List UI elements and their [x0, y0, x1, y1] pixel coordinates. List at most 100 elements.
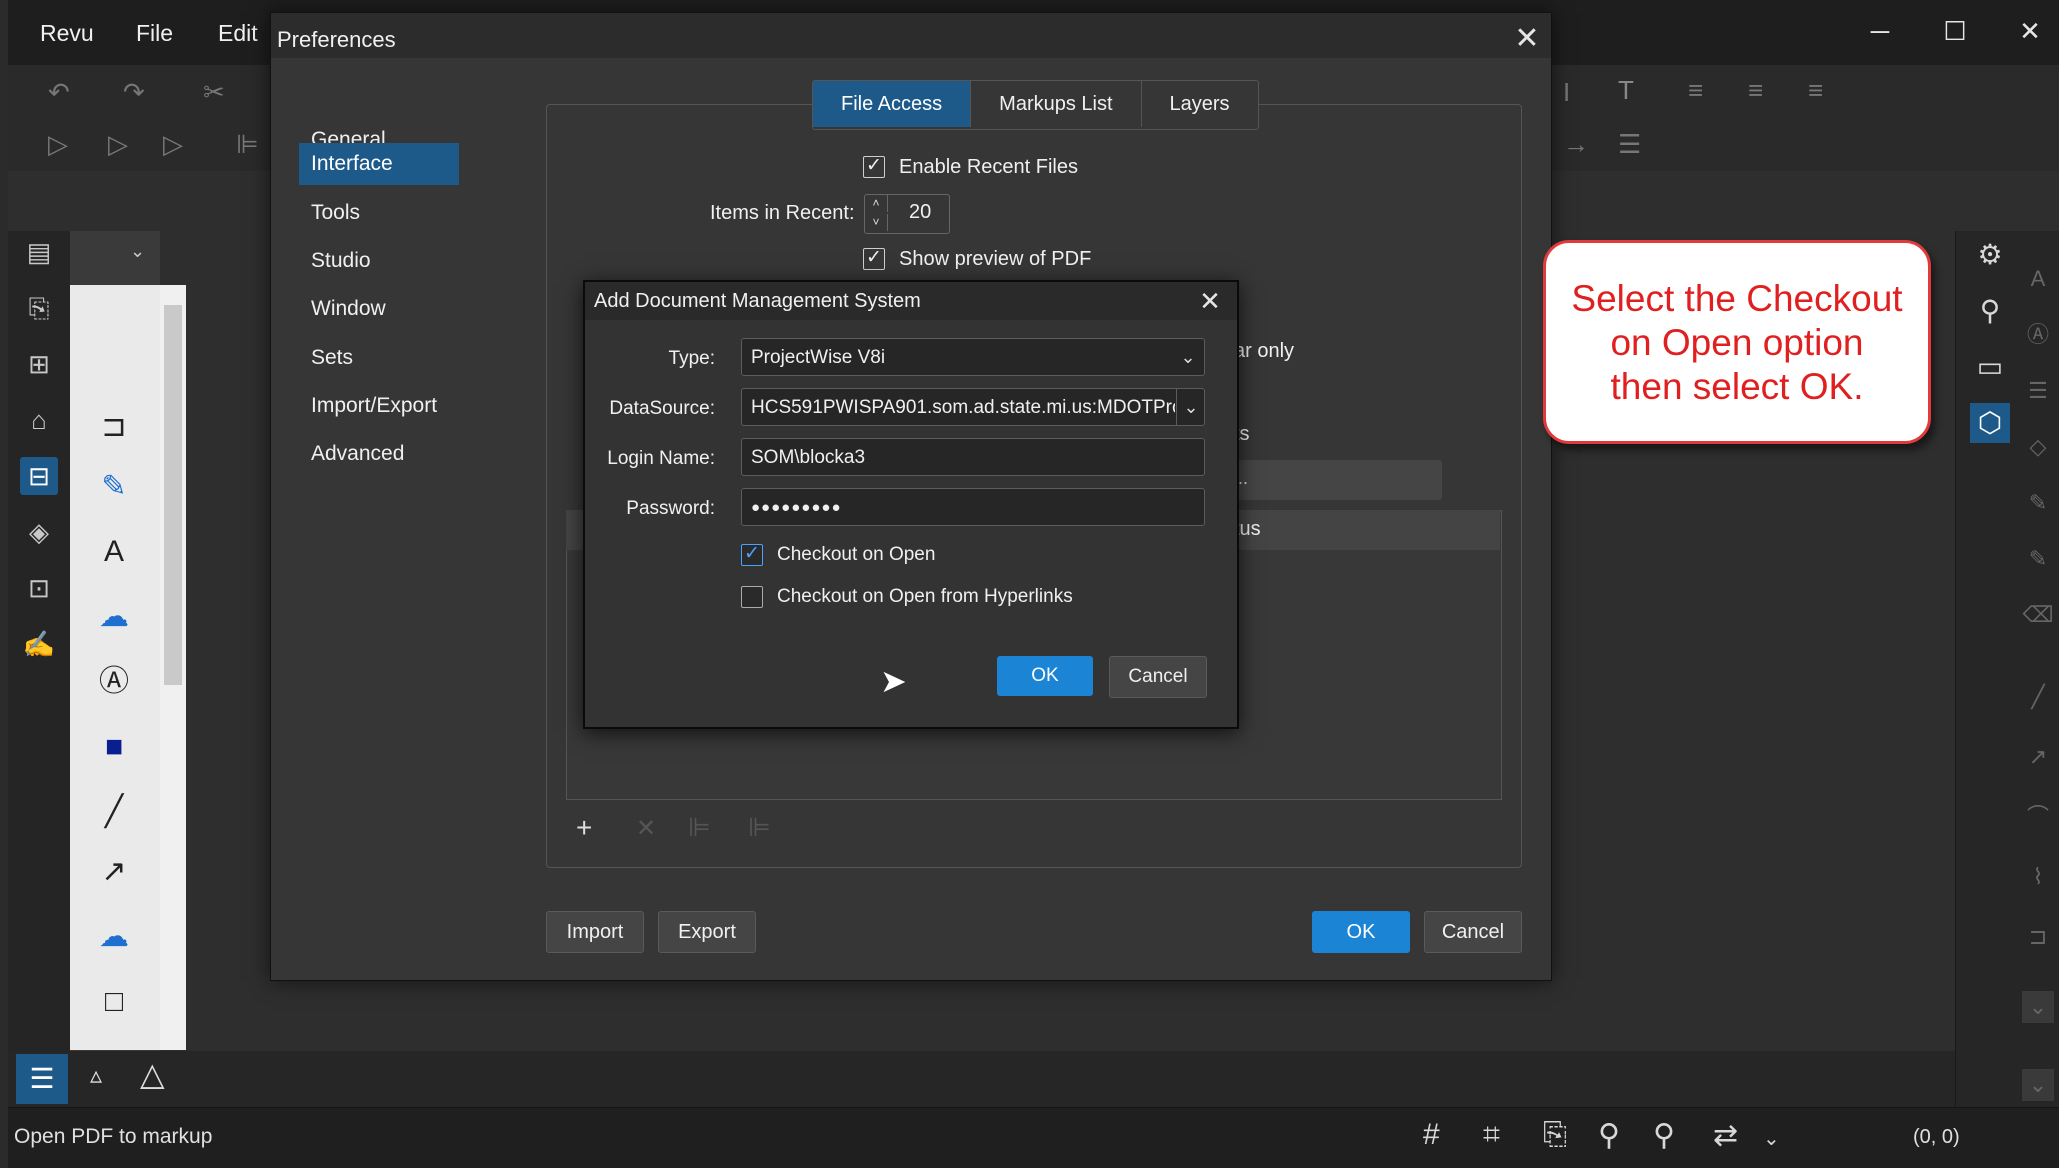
grid-toggle-icon[interactable]: # — [1423, 1118, 1440, 1152]
close-window-button[interactable]: ✕ — [2005, 12, 2055, 50]
measure-icon[interactable]: ▭ — [1970, 347, 2010, 387]
remove-icon[interactable]: ✕ — [636, 814, 656, 843]
align-center-icon[interactable]: ≡ — [1748, 75, 1763, 106]
menu-file[interactable]: File — [136, 20, 173, 47]
stamps-icon[interactable]: ⌂ — [20, 401, 58, 439]
checkout-on-open-checkbox[interactable] — [741, 542, 763, 566]
sync-icon[interactable]: ⇄ — [1713, 1118, 1738, 1153]
callout-icon[interactable]: ◇ — [2022, 431, 2054, 463]
snap-markup-icon[interactable]: ⚲ — [1598, 1118, 1620, 1153]
properties-icon[interactable]: ⊫ — [748, 812, 771, 843]
dms-ok-button[interactable]: OK — [997, 656, 1093, 696]
text-underline-icon[interactable]: T — [1618, 75, 1634, 106]
minimize-button[interactable]: ─ — [1855, 12, 1905, 50]
checkout-hyperlinks-checkbox[interactable] — [741, 586, 763, 608]
enable-recent-files-checkbox[interactable] — [863, 154, 885, 178]
tab-layers[interactable]: Layers — [1142, 81, 1258, 127]
list-view-icon[interactable]: ☰ — [16, 1054, 68, 1104]
text-box-tool-icon[interactable]: A — [92, 530, 136, 574]
undo-icon[interactable]: ↶ — [48, 77, 70, 108]
tab-markups-list[interactable]: Markups List — [971, 81, 1142, 127]
edit-icon[interactable]: ⊫ — [688, 812, 711, 843]
redo-icon[interactable]: ↷ — [123, 77, 145, 108]
partial-input-field[interactable]: .. — [1236, 460, 1442, 500]
chevron-down-icon[interactable]: ⌄ — [1176, 389, 1205, 425]
password-input[interactable]: ●●●●●●●●● — [741, 488, 1205, 526]
chevron-down-icon[interactable]: ⌄ — [1763, 1126, 1780, 1151]
dms-cancel-button[interactable]: Cancel — [1109, 656, 1207, 698]
bookmarks-icon[interactable]: ⎘ — [20, 289, 58, 327]
forms-icon[interactable]: ⊡ — [20, 569, 58, 607]
snap-content-icon[interactable]: ⎘ — [1543, 1118, 1567, 1152]
chevron-down-icon[interactable]: ⌄ — [2022, 991, 2054, 1023]
add-icon[interactable]: + — [576, 812, 592, 844]
text-tool-3-icon[interactable]: ▷ — [163, 129, 183, 160]
snap-grid-icon[interactable]: ⌗ — [1483, 1118, 1500, 1152]
nav-tools[interactable]: Tools — [299, 192, 459, 234]
arrow-tool-icon[interactable]: ↗ — [92, 850, 136, 894]
items-in-recent-stepper[interactable]: ˄ ˅ 20 — [864, 194, 950, 234]
highlighter-icon[interactable]: ✎ — [2022, 543, 2054, 575]
stepper-up-icon[interactable]: ˄ — [865, 195, 888, 212]
text-tool-icon[interactable]: ▷ — [48, 129, 68, 160]
line-tool-icon[interactable]: ╱ — [92, 790, 136, 834]
nav-window[interactable]: Window — [299, 288, 459, 330]
nav-advanced[interactable]: Advanced — [299, 433, 459, 475]
tool-scrollbar-thumb[interactable] — [164, 305, 182, 685]
maximize-button[interactable]: ☐ — [1930, 12, 1980, 50]
preferences-ok-button[interactable]: OK — [1312, 911, 1410, 953]
line-style-icon[interactable]: ☰ — [1618, 129, 1641, 160]
show-preview-checkbox[interactable] — [863, 246, 885, 270]
tab-file-access[interactable]: File Access — [813, 81, 972, 127]
align-tool-icon[interactable]: ⊫ — [236, 129, 259, 160]
callout-2-icon[interactable]: ⊐ — [2022, 921, 2054, 953]
nav-sets[interactable]: Sets — [299, 337, 459, 379]
cloud-callout-tool-icon[interactable]: ☁ — [92, 595, 136, 639]
login-name-input[interactable]: SOM\blocka3 — [741, 438, 1205, 476]
arrow-style-icon[interactable]: → — [1563, 129, 1589, 160]
nav-import-export[interactable]: Import/Export — [299, 385, 459, 427]
arc-icon[interactable]: ⌒ — [2022, 801, 2054, 833]
export-button[interactable]: Export — [658, 911, 756, 953]
cut-icon[interactable]: ✂ — [203, 77, 225, 108]
callout-tool-icon[interactable]: ⊐ — [92, 405, 136, 449]
chevron-down-icon[interactable]: ⌄ — [1174, 339, 1202, 375]
stamp-icon[interactable]: Ⓐ — [2022, 319, 2054, 351]
menu-revu[interactable]: Revu — [40, 20, 94, 47]
arrow-icon[interactable]: ↗ — [2022, 741, 2054, 773]
align-left-icon[interactable]: ≡ — [1688, 75, 1703, 106]
toolchest-icon[interactable]: ⊟ — [20, 457, 58, 495]
nav-interface[interactable]: Interface — [299, 143, 459, 185]
fill-tool-icon[interactable]: ■ — [92, 725, 136, 769]
chevron-down-icon[interactable]: ⌄ — [130, 241, 145, 262]
stepper-down-icon[interactable]: ˅ — [865, 214, 888, 231]
stamp-a-tool-icon[interactable]: Ⓐ — [92, 660, 136, 704]
rectangle-tool-icon[interactable]: □ — [92, 980, 136, 1024]
cloud-tool-icon[interactable]: ☁ — [92, 915, 136, 959]
import-button[interactable]: Import — [546, 911, 644, 953]
reuse-icon[interactable]: ⚲ — [1653, 1118, 1675, 1153]
nav-studio[interactable]: Studio — [299, 240, 459, 282]
italic-icon[interactable]: I — [1563, 77, 1570, 108]
menu-edit[interactable]: Edit — [218, 20, 258, 47]
text-tool-2-icon[interactable]: ▷ — [108, 129, 128, 160]
settings-gear-icon[interactable]: ⚙ — [1970, 235, 2010, 275]
thumbnails-icon[interactable]: ▤ — [20, 233, 58, 271]
highlight-tool-icon[interactable]: ✎ — [92, 465, 136, 509]
preferences-close-button[interactable]: ✕ — [1509, 21, 1545, 57]
search-icon[interactable]: ⚲ — [1970, 291, 2010, 331]
dms-close-button[interactable]: ✕ — [1193, 284, 1227, 318]
preferences-cancel-button[interactable]: Cancel — [1424, 911, 1522, 953]
small-triangle-icon[interactable]: ▵ — [90, 1061, 102, 1090]
layers-icon[interactable]: ◈ — [20, 513, 58, 551]
line-icon[interactable]: ╱ — [2022, 681, 2054, 713]
align-right-icon[interactable]: ≡ — [1808, 75, 1823, 106]
type-dropdown[interactable]: ProjectWise V8i ⌄ — [741, 338, 1205, 376]
text-a-icon[interactable]: A — [2022, 263, 2054, 295]
polyline-icon[interactable]: ⌇ — [2022, 861, 2054, 893]
triangle-icon[interactable]: △ — [140, 1055, 165, 1093]
datasource-dropdown[interactable]: HCS591PWISPA901.som.ad.state.mi.us:MDOTP… — [741, 388, 1205, 426]
chevron-down-2-icon[interactable]: ⌄ — [2022, 1069, 2054, 1101]
grid-icon[interactable]: ⊞ — [20, 345, 58, 383]
pen-icon[interactable]: ✎ — [2022, 487, 2054, 519]
